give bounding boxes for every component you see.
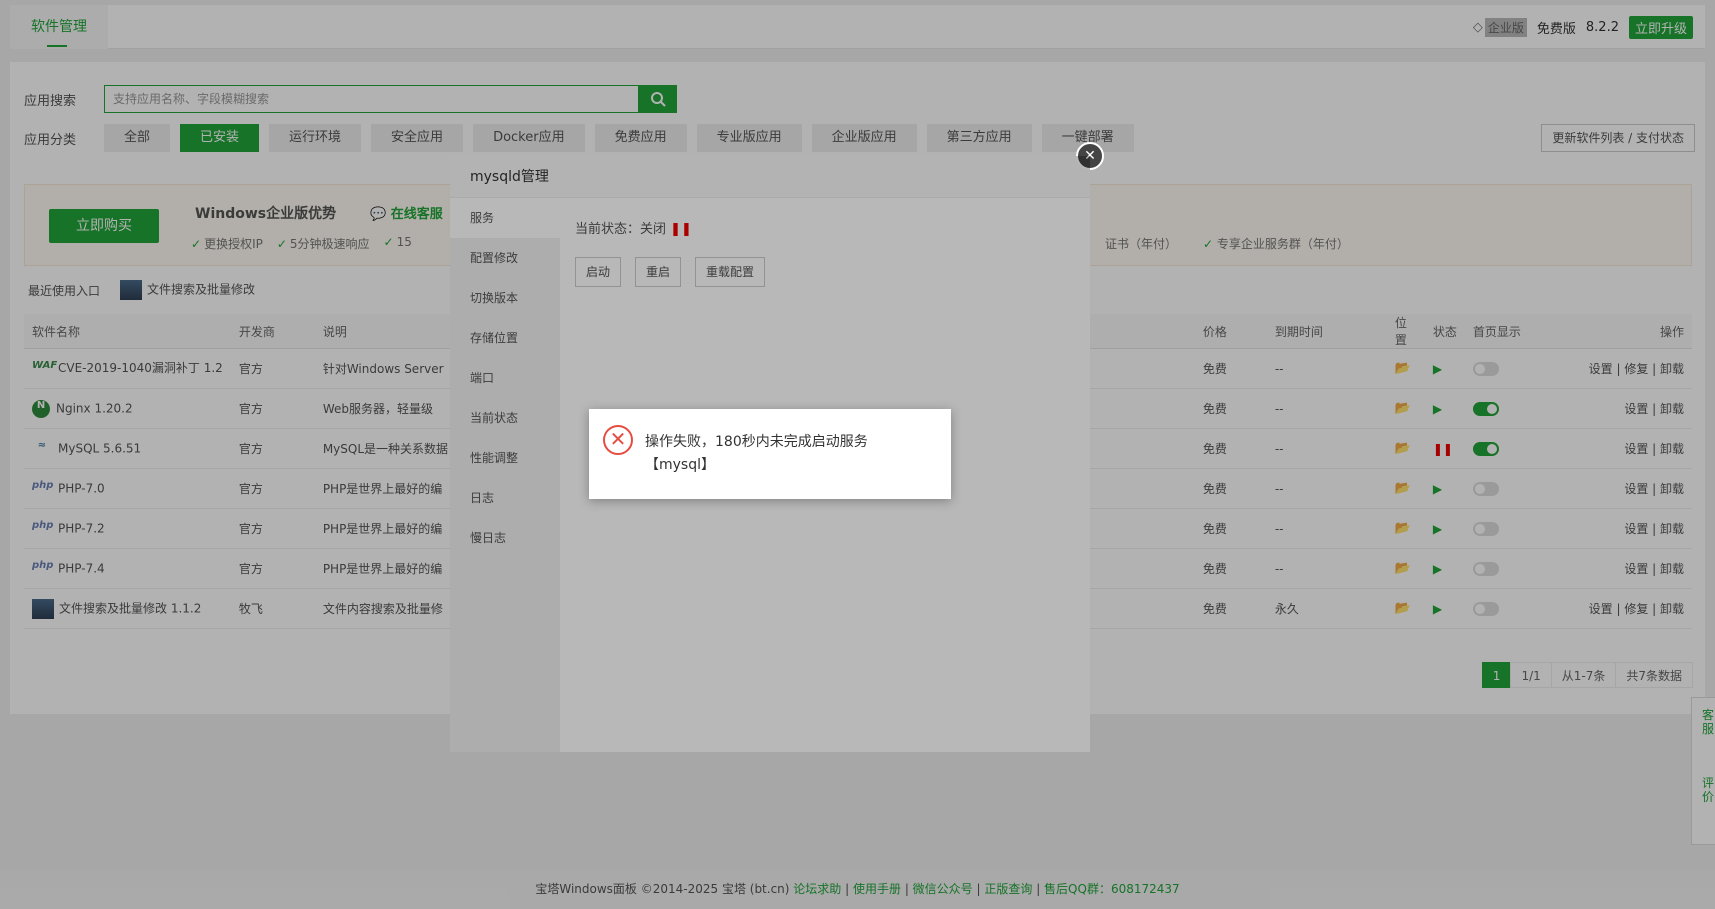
error-message: 操作失败，180秒内未完成启动服务【mysql】	[645, 434, 868, 473]
error-x-icon: ✕	[603, 425, 633, 455]
error-toast: ✕ 操作失败，180秒内未完成启动服务【mysql】	[589, 409, 951, 499]
